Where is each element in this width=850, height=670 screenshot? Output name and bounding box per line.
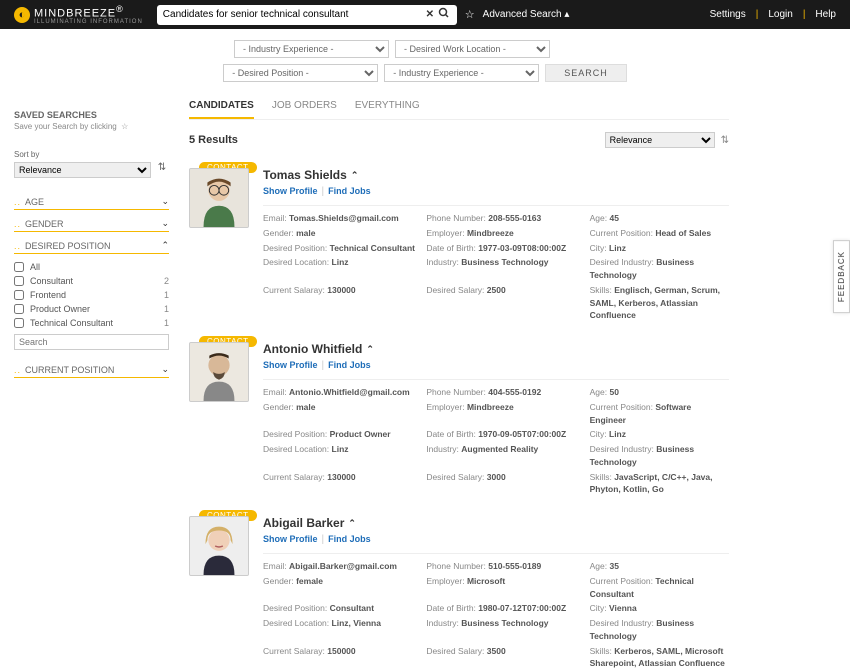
show-profile-link[interactable]: Show Profile — [263, 534, 318, 544]
candidate-name[interactable]: Antonio Whitfield ⌃ — [263, 342, 729, 356]
avatar[interactable] — [189, 168, 249, 228]
facet-search-input[interactable] — [14, 334, 169, 350]
search-icon[interactable] — [437, 7, 451, 22]
facet-checkbox[interactable] — [14, 276, 24, 286]
help-link[interactable]: Help — [815, 9, 836, 20]
brand-logo: ◐ MINDBREEZE® ILLUMINATING INFORMATION — [14, 4, 143, 26]
sidebar-sort-select[interactable]: Relevance — [14, 162, 151, 178]
facet-gender[interactable]: ..GENDER⌄ — [14, 218, 169, 232]
chevron-up-icon: ⌃ — [348, 518, 356, 529]
facet-option[interactable]: Frontend1 — [14, 288, 169, 302]
candidate-name[interactable]: Abigail Barker ⌃ — [263, 516, 729, 530]
tab-everything[interactable]: EVERYTHING — [355, 100, 420, 119]
facet-current-position[interactable]: ..CURRENT POSITION⌄ — [14, 364, 169, 378]
find-jobs-link[interactable]: Find Jobs — [328, 186, 371, 196]
top-nav: Settings | Login | Help — [710, 9, 836, 20]
sort-by-label: Sort by — [14, 150, 39, 159]
facet-checkbox[interactable] — [14, 318, 24, 328]
avatar[interactable] — [189, 516, 249, 576]
sidebar: SAVED SEARCHES Save your Search by click… — [14, 100, 169, 670]
facet-checkbox[interactable] — [14, 290, 24, 300]
avatar[interactable] — [189, 342, 249, 402]
facet-option[interactable]: Consultant2 — [14, 274, 169, 288]
candidate-name[interactable]: Tomas Shields ⌃ — [263, 168, 729, 182]
chevron-down-icon: ⌄ — [161, 218, 169, 229]
login-link[interactable]: Login — [768, 9, 792, 20]
results-sort-select[interactable]: Relevance — [605, 132, 715, 148]
star-icon[interactable]: ☆ — [465, 8, 475, 21]
chevron-up-icon: ⌃ — [161, 240, 169, 251]
settings-link[interactable]: Settings — [710, 9, 746, 20]
search-input[interactable] — [163, 9, 423, 20]
tabs: CANDIDATES JOB ORDERS EVERYTHING — [189, 100, 729, 120]
show-profile-link[interactable]: Show Profile — [263, 186, 318, 196]
facet-desired-position[interactable]: ..DESIRED POSITION⌃ — [14, 240, 169, 254]
find-jobs-link[interactable]: Find Jobs — [328, 534, 371, 544]
results-content: CANDIDATES JOB ORDERS EVERYTHING 5 Resul… — [189, 100, 729, 670]
facet-option[interactable]: Technical Consultant1 — [14, 316, 169, 330]
candidate-card: CONTACTAbigail Barker ⌃Show Profile|Find… — [189, 516, 729, 670]
sort-icon[interactable]: ⇅ — [721, 135, 729, 146]
filter-location[interactable]: - Desired Work Location - — [395, 40, 550, 58]
facet-option[interactable]: All — [14, 260, 169, 274]
tab-candidates[interactable]: CANDIDATES — [189, 100, 254, 119]
filter-row: - Industry Experience - - Desired Work L… — [175, 40, 675, 82]
find-jobs-link[interactable]: Find Jobs — [328, 360, 371, 370]
top-bar: ◐ MINDBREEZE® ILLUMINATING INFORMATION ✕… — [0, 0, 850, 29]
candidate-card: CONTACTTomas Shields ⌃Show Profile|Find … — [189, 168, 729, 322]
filter-position[interactable]: - Desired Position - — [223, 64, 378, 82]
facet-option[interactable]: Product Owner1 — [14, 302, 169, 316]
facet-checkbox[interactable] — [14, 262, 24, 272]
facet-checkbox[interactable] — [14, 304, 24, 314]
saved-searches-title: SAVED SEARCHES — [14, 110, 169, 120]
clear-icon[interactable]: ✕ — [423, 9, 437, 20]
tab-job-orders[interactable]: JOB ORDERS — [272, 100, 337, 119]
filter-industry-1[interactable]: - Industry Experience - — [234, 40, 389, 58]
advanced-search-link[interactable]: Advanced Search ▴ — [483, 9, 570, 20]
saved-searches-hint: Save your Search by clicking ☆ — [14, 122, 169, 131]
facet-age[interactable]: ..AGE⌄ — [14, 196, 169, 210]
brand-text: MINDBREEZE® ILLUMINATING INFORMATION — [34, 4, 143, 26]
candidate-card: CONTACTAntonio Whitfield ⌃Show Profile|F… — [189, 342, 729, 496]
results-count: 5 Results — [189, 134, 238, 146]
search-button[interactable]: SEARCH — [545, 64, 627, 82]
chevron-down-icon: ⌄ — [161, 196, 169, 207]
logo-icon: ◐ — [14, 7, 30, 23]
search-bar[interactable]: ✕ — [157, 5, 457, 25]
show-profile-link[interactable]: Show Profile — [263, 360, 318, 370]
chevron-down-icon: ⌄ — [161, 364, 169, 375]
chevron-up-icon: ⌃ — [366, 344, 374, 355]
feedback-tab[interactable]: FEEDBACK — [833, 240, 850, 313]
chevron-up-icon: ⌃ — [351, 170, 359, 181]
sort-direction-icon[interactable]: ⇅ — [155, 162, 169, 178]
filter-industry-2[interactable]: - Industry Experience - — [384, 64, 539, 82]
